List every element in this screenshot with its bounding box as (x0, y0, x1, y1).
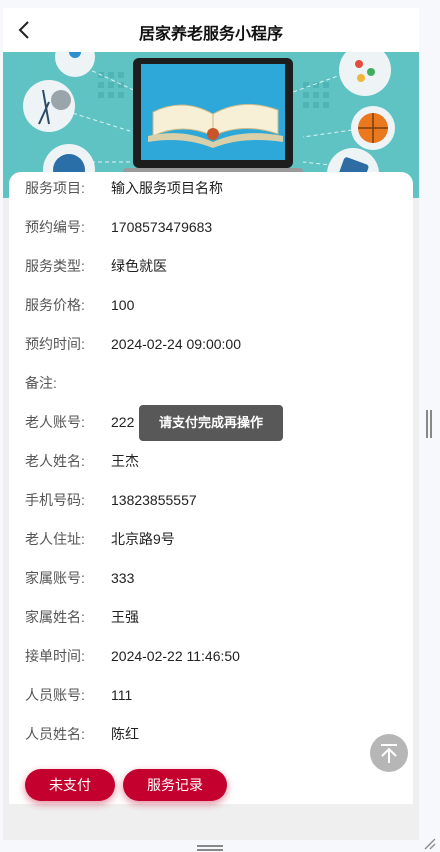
detail-label: 人员账号: (25, 687, 85, 703)
back-to-top-button[interactable] (370, 734, 408, 772)
resize-grip-bottom[interactable] (197, 844, 223, 852)
detail-label: 预约时间: (25, 336, 85, 352)
toast-message: 请支付完成再操作 (139, 405, 283, 441)
detail-value: 输入服务项目名称 (111, 180, 223, 196)
detail-value: 2024-02-22 11:46:50 (111, 648, 240, 664)
detail-value: 13823855557 (111, 492, 197, 508)
mini-program-screen: 居家养老服务小程序 服务项目: 输入服务项目名称 预约编号: 170857347… (3, 8, 419, 840)
resize-grip-right[interactable] (425, 410, 433, 438)
detail-value: 1708573479683 (111, 219, 213, 235)
service-detail-card: 服务项目: 输入服务项目名称 预约编号: 1708573479683 服务类型:… (9, 172, 413, 804)
detail-label: 备注: (25, 375, 57, 391)
detail-label: 接单时间: (25, 648, 85, 664)
detail-label: 服务类型: (25, 258, 85, 274)
detail-label: 家属账号: (25, 570, 85, 586)
detail-value: 222 (111, 414, 135, 430)
navbar: 居家养老服务小程序 (3, 8, 419, 52)
detail-label: 老人姓名: (25, 453, 85, 469)
service-records-button[interactable]: 服务记录 (123, 769, 227, 801)
detail-value: 陈红 (111, 726, 139, 742)
detail-value: 绿色就医 (111, 258, 167, 274)
detail-label: 家属姓名: (25, 609, 85, 625)
detail-value: 王杰 (111, 453, 139, 469)
detail-label: 服务价格: (25, 297, 85, 313)
detail-value: 100 (111, 297, 135, 313)
detail-value: 333 (111, 570, 135, 586)
page-title: 居家养老服务小程序 (138, 26, 283, 43)
detail-label: 预约编号: (25, 219, 85, 235)
detail-value: 北京路9号 (111, 531, 175, 547)
detail-label: 老人住址: (25, 531, 85, 547)
detail-label: 服务项目: (25, 180, 85, 196)
detail-value: 王强 (111, 609, 139, 625)
detail-label: 手机号码: (25, 492, 85, 508)
detail-value: 2024-02-24 09:00:00 (111, 336, 241, 352)
unpaid-button[interactable]: 未支付 (25, 769, 115, 801)
detail-label: 老人账号: (25, 414, 85, 430)
arrow-up-icon (381, 744, 397, 763)
resize-corner-icon[interactable] (422, 836, 436, 850)
detail-label: 人员姓名: (25, 726, 85, 742)
detail-value: 111 (111, 687, 133, 703)
